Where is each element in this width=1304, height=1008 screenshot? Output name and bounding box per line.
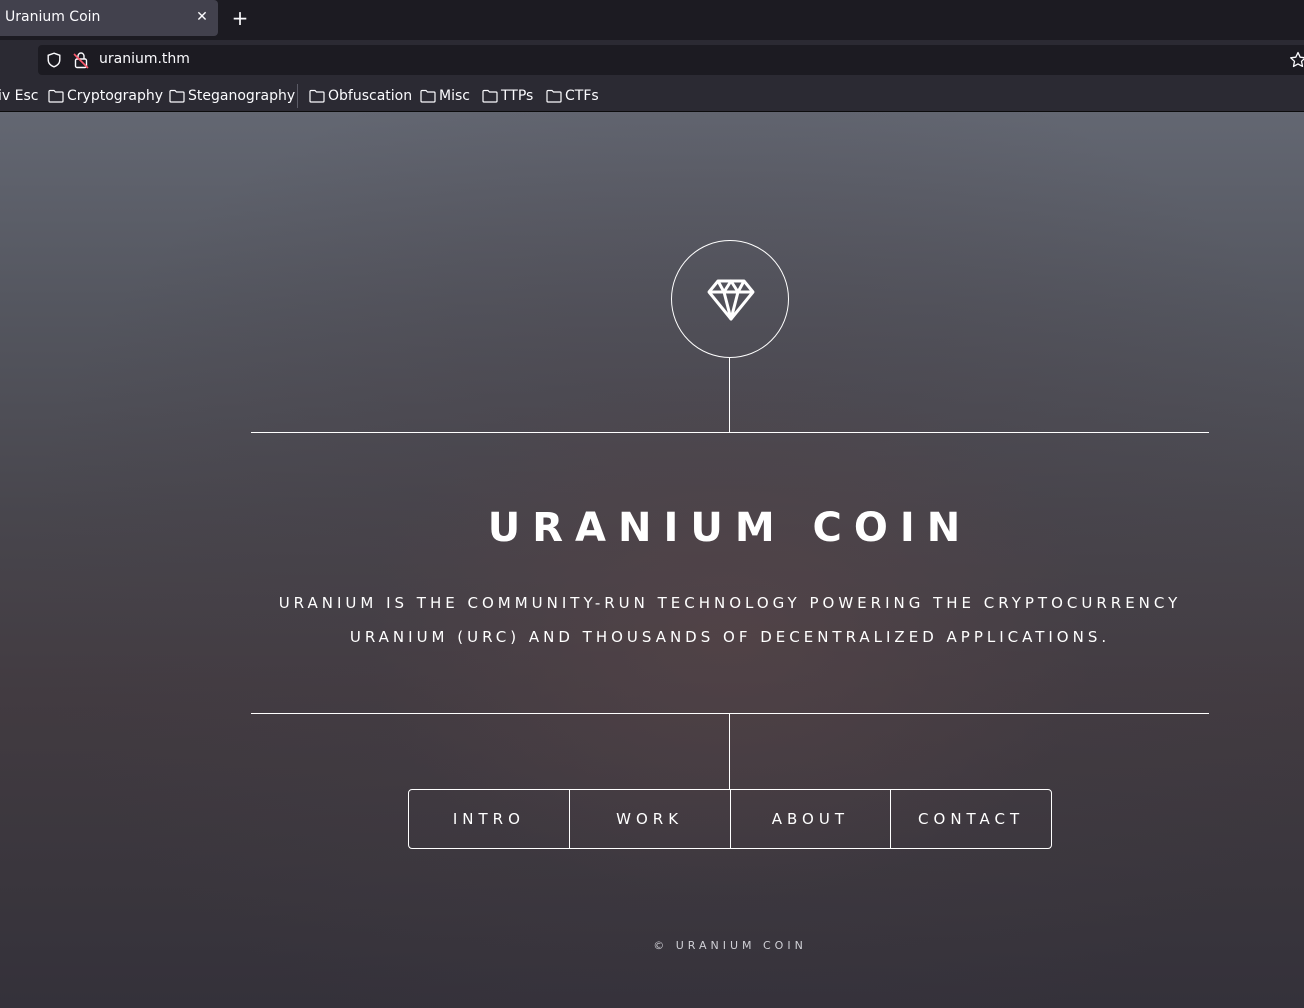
connector-line	[729, 358, 730, 432]
tab-strip: Uranium Coin ✕ +	[0, 0, 1304, 40]
nav-intro[interactable]: INTRO	[409, 790, 570, 848]
bookmark-star-icon[interactable]	[1289, 51, 1304, 69]
bookmark-label: Steganography	[188, 88, 296, 104]
bookmarks-separator	[297, 84, 298, 108]
url-text[interactable]: uranium.thm	[99, 51, 190, 67]
bookmark-label: Misc	[439, 88, 470, 104]
folder-icon	[48, 89, 64, 103]
page-viewport: URANIUM COIN URANIUM IS THE COMMUNITY-RU…	[0, 112, 1304, 1008]
gem-icon	[707, 279, 755, 321]
bookmark-ctfs[interactable]: CTFs	[546, 87, 599, 105]
tab-uranium-coin[interactable]: Uranium Coin ✕	[0, 0, 218, 36]
bookmark-cryptography[interactable]: Cryptography	[48, 87, 163, 105]
folder-icon	[482, 89, 498, 103]
bookmarks-toolbar: iv Esc Cryptography Steganography Obfusc…	[0, 80, 1304, 112]
bookmark-obfuscation[interactable]: Obfuscation	[309, 87, 412, 105]
nav-work[interactable]: WORK	[570, 790, 731, 848]
logo-circle	[671, 240, 789, 358]
nav-about[interactable]: ABOUT	[731, 790, 892, 848]
page-title: URANIUM COIN	[487, 505, 973, 551]
connector-line	[729, 714, 730, 789]
bookmark-label: Obfuscation	[328, 88, 413, 104]
nav-contact[interactable]: CONTACT	[891, 790, 1051, 848]
divider-bottom	[251, 713, 1209, 714]
bookmark-priv-esc[interactable]: iv Esc	[0, 87, 38, 105]
close-tab-icon[interactable]: ✕	[193, 8, 211, 26]
bookmark-label: Cryptography	[67, 88, 164, 104]
bookmark-misc[interactable]: Misc	[420, 87, 470, 105]
bookmark-label: CTFs	[565, 88, 599, 104]
tagline: URANIUM IS THE COMMUNITY-RUN TECHNOLOGY …	[251, 586, 1209, 654]
bookmark-label: TTPs	[501, 88, 534, 104]
shield-icon[interactable]	[46, 52, 62, 68]
tagline-line-1: URANIUM IS THE COMMUNITY-RUN TECHNOLOGY …	[278, 594, 1182, 612]
divider-top	[251, 432, 1209, 433]
folder-icon	[169, 89, 185, 103]
tab-title: Uranium Coin	[5, 9, 101, 25]
nav-toolbar: uranium.thm	[0, 40, 1304, 80]
folder-icon	[309, 89, 325, 103]
folder-icon	[546, 89, 562, 103]
folder-icon	[420, 89, 436, 103]
main-nav: INTRO WORK ABOUT CONTACT	[408, 789, 1052, 849]
bookmark-label: iv Esc	[0, 88, 39, 104]
url-bar[interactable]: uranium.thm	[38, 45, 1304, 75]
tagline-line-2: URANIUM (URC) AND THOUSANDS OF DECENTRAL…	[349, 628, 1111, 646]
footer-copyright: © URANIUM COIN	[653, 939, 807, 952]
insecure-lock-icon[interactable]	[73, 51, 89, 69]
new-tab-button[interactable]: +	[228, 6, 252, 30]
bookmark-ttps[interactable]: TTPs	[482, 87, 533, 105]
bookmark-steganography[interactable]: Steganography	[169, 87, 295, 105]
